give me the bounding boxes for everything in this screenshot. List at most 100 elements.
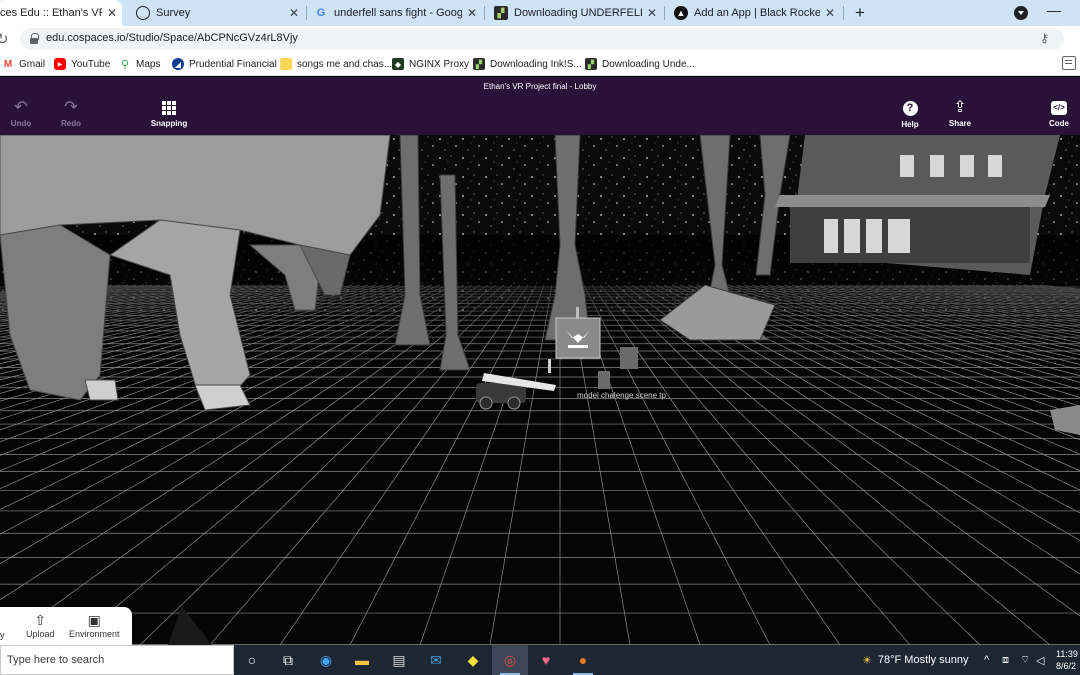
building[interactable] (775, 135, 1060, 275)
nginx-cat-icon: ◆ (392, 58, 404, 70)
upload-label: Upload (26, 629, 55, 639)
taskbar-search-input[interactable]: Type here to search (0, 645, 234, 675)
task-view-icon[interactable]: ⧉ (270, 645, 306, 675)
bookmark-label: Gmail (19, 58, 46, 70)
edge-icon[interactable]: ◉ (308, 645, 344, 675)
redo-icon: ↷ (64, 99, 78, 116)
share-label: Share (948, 119, 972, 128)
reading-list-icon[interactable] (1062, 56, 1076, 70)
download-site-icon: ▞ (494, 6, 508, 20)
bookmark-maps[interactable]: ⚲ Maps (119, 56, 160, 72)
truncated-button[interactable]: y (0, 630, 5, 640)
bookmark-downloading-inks[interactable]: ▞ Downloading Ink!S... (473, 56, 582, 72)
environment-label: Environment (69, 629, 120, 639)
weather-widget[interactable]: ☀ 78°F Mostly sunny (862, 645, 968, 675)
tab-separator (306, 6, 307, 20)
share-button[interactable]: ⇪ Share (946, 98, 974, 132)
code-button[interactable]: </> Code (1046, 98, 1072, 132)
wifi-icon[interactable]: ⌔ (1020, 645, 1030, 675)
cospaces-header: Ethan's VR Project final - Lobby ↶ Undo … (0, 77, 1080, 135)
bookmark-label: songs me and chas... (297, 58, 393, 70)
app-icon[interactable]: ◆ (455, 645, 491, 675)
project-title: Ethan's VR Project final - Lobby (483, 82, 597, 91)
minimize-window-button[interactable]: — (1046, 2, 1062, 20)
tab-title: Add an App | Black Rocket Arcad (694, 7, 820, 19)
bottom-toolbar: y ⇧ Upload ▣ Environment (0, 607, 132, 645)
mail-icon[interactable]: ✉ (418, 645, 454, 675)
tab-search-dropdown-icon[interactable] (1014, 6, 1028, 20)
lock-icon[interactable] (30, 33, 39, 44)
bookmark-gmail[interactable]: M Gmail (2, 56, 45, 72)
code-icon: </> (1051, 101, 1067, 115)
share-icon: ⇪ (953, 99, 967, 116)
url-text[interactable]: edu.cospaces.io/Studio/Space/AbCPNcGVz4r… (46, 32, 298, 44)
folder-note-icon (280, 58, 292, 70)
cortana-circle-icon[interactable]: ○ (234, 645, 270, 675)
tab-title: Survey (156, 7, 191, 19)
scene-object-label[interactable]: model chalenge scene tp (577, 391, 666, 400)
system-clock[interactable]: 11:39 8/6/2 (1056, 648, 1078, 672)
bookmark-label: Prudential Financial (189, 58, 277, 70)
tab-black-rocket[interactable]: ▲ Add an App | Black Rocket Arcad ✕ (670, 0, 840, 26)
close-icon[interactable]: ✕ (824, 6, 836, 20)
bookmark-nginx-proxy[interactable]: ◆ NGINX Proxy (392, 56, 469, 72)
bookmark-label: Downloading Unde... (602, 58, 695, 70)
tab-survey[interactable]: Survey ✕ (130, 0, 304, 26)
close-icon[interactable]: ✕ (288, 6, 300, 20)
undo-label: Undo (10, 119, 32, 128)
environment-button[interactable]: ▣ Environment (69, 611, 120, 639)
help-button[interactable]: ? Help (898, 98, 922, 132)
bookmark-youtube[interactable]: ▶ YouTube (54, 56, 110, 72)
tab-separator (664, 6, 665, 20)
tab-google-search[interactable]: G underfell sans fight - Google Sea ✕ (310, 0, 482, 26)
gmail-icon: M (2, 58, 14, 70)
tab-separator (484, 6, 485, 20)
tab-separator (843, 6, 844, 20)
undo-button[interactable]: ↶ Undo (8, 98, 34, 132)
new-tab-button[interactable]: + (851, 3, 869, 23)
bookmark-songs-folder[interactable]: songs me and chas... (280, 56, 392, 72)
close-icon[interactable]: ✕ (466, 6, 478, 20)
file-explorer-icon[interactable]: ▬ (344, 645, 380, 675)
chevron-up-icon[interactable]: ^ (984, 645, 989, 675)
scene-viewport[interactable]: model chalenge scene tp (0, 135, 1080, 645)
close-icon[interactable]: ✕ (646, 6, 658, 20)
reload-icon[interactable]: ↻ (0, 30, 12, 48)
tab-cospaces[interactable]: ces Edu :: Ethan's VR Proje ✕ (0, 0, 122, 26)
snapping-label: Snapping (150, 119, 188, 128)
clock-time: 11:39 (1056, 649, 1078, 659)
password-key-icon[interactable]: ⚷ (1040, 31, 1049, 45)
ground-plane (0, 315, 1080, 645)
grid-icon (162, 101, 176, 115)
truncated-label: y (0, 630, 5, 640)
tab-underfell-download[interactable]: ▞ Downloading UNDERFELL Sans F ✕ (490, 0, 662, 26)
black-rocket-icon: ▲ (674, 6, 688, 20)
survey-icon (136, 6, 150, 20)
help-icon: ? (902, 101, 918, 116)
bookmark-downloading-underfell[interactable]: ▞ Downloading Unde... (585, 56, 695, 72)
windows-taskbar: Type here to search ○ ⧉ ◉ ▬ ▤ ✉ ◆ ◎ ♥ ● … (0, 645, 1080, 675)
environment-image-icon: ▣ (87, 612, 101, 628)
prudential-icon: ◢ (172, 58, 184, 70)
heart-app-icon[interactable]: ♥ (528, 645, 564, 675)
network-tray-icon[interactable]: ⧈ (1002, 645, 1009, 675)
tab-title: Downloading UNDERFELL Sans F (514, 7, 642, 19)
clock-date: 8/6/2 (1056, 661, 1077, 671)
snapping-button[interactable]: Snapping (148, 98, 190, 132)
bookmark-label: YouTube (71, 58, 111, 70)
sun-cloud-icon: ☀ (862, 654, 872, 667)
store-icon[interactable]: ▤ (381, 645, 417, 675)
pumpkin-app-icon[interactable]: ● (565, 645, 601, 675)
omnibox[interactable]: edu.cospaces.io/Studio/Space/AbCPNcGVz4r… (20, 28, 1064, 50)
upload-button[interactable]: ⇧ Upload (26, 611, 55, 639)
tab-title: ces Edu :: Ethan's VR Proje (0, 7, 102, 19)
bookmark-label: Maps (136, 58, 161, 70)
volume-muted-icon[interactable]: ◁ (1036, 645, 1044, 675)
google-icon: G (316, 7, 326, 19)
chrome-icon[interactable]: ◎ (492, 645, 528, 675)
close-icon[interactable]: ✕ (106, 6, 118, 20)
bookmark-prudential[interactable]: ◢ Prudential Financial (172, 56, 277, 72)
upload-icon: ⇧ (34, 612, 47, 628)
scene-canvas[interactable] (0, 135, 1080, 645)
redo-button[interactable]: ↷ Redo (58, 98, 84, 132)
